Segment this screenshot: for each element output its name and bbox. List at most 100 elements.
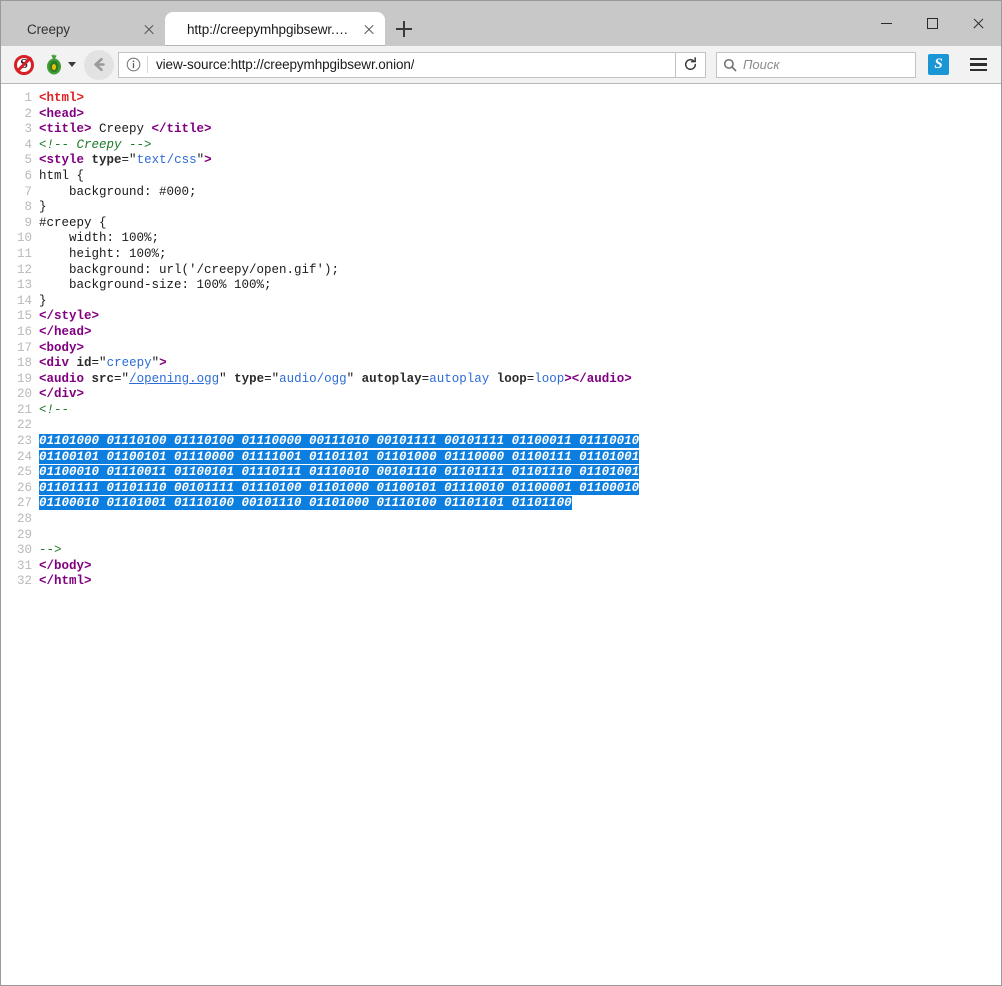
new-tab-button[interactable]: [387, 12, 421, 46]
source-line: 2301101000 01110100 01110100 01110000 00…: [1, 434, 1001, 450]
line-content: <!-- Creepy -->: [39, 138, 1001, 154]
reload-button[interactable]: [676, 52, 706, 78]
tab-view-source[interactable]: http://creepymhpgibsewr.oni...: [165, 12, 385, 46]
code-token: <audio: [39, 372, 84, 386]
search-placeholder: Поиск: [743, 57, 780, 72]
source-line: 10 width: 100%;: [1, 231, 1001, 247]
line-content: background: #000;: [39, 185, 1001, 201]
source-line: 6html {: [1, 169, 1001, 185]
tab-title: Creepy: [27, 22, 131, 37]
source-line: 5<style type="text/css">: [1, 153, 1001, 169]
close-window-button[interactable]: [955, 1, 1001, 46]
code-token: autoplay: [362, 372, 422, 386]
line-number: 3: [1, 122, 39, 138]
line-content: </div>: [39, 387, 1001, 403]
back-button[interactable]: [84, 50, 114, 80]
line-number: 20: [1, 387, 39, 403]
close-icon[interactable]: [139, 19, 159, 39]
tab-creepy[interactable]: Creepy: [5, 12, 165, 46]
source-line: 2701100010 01101001 01110100 00101110 01…: [1, 496, 1001, 512]
line-content: <audio src="/opening.ogg" type="audio/og…: [39, 372, 1001, 388]
code-token: >: [204, 153, 212, 167]
code-token: loop: [497, 372, 527, 386]
source-view[interactable]: 1<html>2<head>3<title> Creepy </title>4<…: [1, 84, 1001, 985]
browser-window: Creepy http://creepymhpgibsewr.oni... S: [0, 0, 1002, 986]
line-number: 15: [1, 309, 39, 325]
selected-text: 01100101 01100101 01110000 01111001 0110…: [39, 450, 639, 464]
line-content: <body>: [39, 341, 1001, 357]
code-token: ": [347, 372, 362, 386]
window-controls: [863, 1, 1001, 46]
line-number: 16: [1, 325, 39, 341]
line-number: 28: [1, 512, 39, 528]
code-token[interactable]: /opening.ogg: [129, 372, 219, 386]
source-line: 28: [1, 512, 1001, 528]
line-number: 31: [1, 559, 39, 575]
arrow-left-icon: [91, 56, 108, 73]
code-token: text/css: [137, 153, 197, 167]
maximize-button[interactable]: [909, 1, 955, 46]
url-bar[interactable]: view-source:http://creepymhpgibsewr.onio…: [118, 52, 676, 78]
menu-button[interactable]: [963, 50, 993, 80]
line-content: #creepy {: [39, 216, 1001, 232]
line-number: 6: [1, 169, 39, 185]
code-token: -->: [39, 543, 62, 557]
code-token: =": [264, 372, 279, 386]
code-token: <html>: [39, 91, 84, 105]
code-token: =": [92, 356, 107, 370]
selected-text: 01100010 01101001 01110100 00101110 0110…: [39, 496, 572, 510]
line-number: 23: [1, 434, 39, 450]
source-line: 13 background-size: 100% 100%;: [1, 278, 1001, 294]
code-token: autoplay: [429, 372, 489, 386]
line-content: 01100010 01101001 01110100 00101110 0110…: [39, 496, 1001, 512]
code-token: ": [219, 372, 234, 386]
code-token: src: [92, 372, 115, 386]
code-token: type: [234, 372, 264, 386]
tab-list: Creepy http://creepymhpgibsewr.oni...: [1, 1, 421, 46]
line-content: <!--: [39, 403, 1001, 419]
code-token: #creepy {: [39, 216, 107, 230]
source-line: 19<audio src="/opening.ogg" type="audio/…: [1, 372, 1001, 388]
source-line: 2601101111 01101110 00101111 01110100 01…: [1, 481, 1001, 497]
noscript-icon[interactable]: S: [13, 54, 35, 76]
code-token: }: [39, 200, 47, 214]
code-token: background: #000;: [39, 185, 197, 199]
source-line: 29: [1, 528, 1001, 544]
source-line: 20</div>: [1, 387, 1001, 403]
line-content: [39, 528, 1001, 544]
skype-icon[interactable]: S: [928, 54, 949, 75]
line-number: 27: [1, 496, 39, 512]
info-icon[interactable]: [119, 53, 147, 77]
line-content: }: [39, 200, 1001, 216]
code-token: [69, 356, 77, 370]
code-token: </style>: [39, 309, 99, 323]
code-token: <body>: [39, 341, 84, 355]
code-token: =": [114, 372, 129, 386]
search-input[interactable]: Поиск: [716, 52, 916, 78]
code-token: >: [159, 356, 167, 370]
tab-title: http://creepymhpgibsewr.oni...: [187, 22, 351, 37]
line-content: </html>: [39, 574, 1001, 590]
source-line: 1<html>: [1, 91, 1001, 107]
close-icon[interactable]: [359, 19, 379, 39]
torbutton[interactable]: [41, 54, 78, 76]
line-content: [39, 418, 1001, 434]
line-number: 32: [1, 574, 39, 590]
source-line: 17<body>: [1, 341, 1001, 357]
code-token: <div: [39, 356, 69, 370]
source-line: 11 height: 100%;: [1, 247, 1001, 263]
code-token: type: [92, 153, 122, 167]
url-text[interactable]: view-source:http://creepymhpgibsewr.onio…: [148, 57, 414, 72]
source-line: 7 background: #000;: [1, 185, 1001, 201]
source-line: 3<title> Creepy </title>: [1, 122, 1001, 138]
minimize-button[interactable]: [863, 1, 909, 46]
line-number: 5: [1, 153, 39, 169]
tab-strip: Creepy http://creepymhpgibsewr.oni...: [1, 1, 1001, 46]
line-number: 10: [1, 231, 39, 247]
code-token: id: [77, 356, 92, 370]
code-token: <!-- Creepy -->: [39, 138, 152, 152]
line-number: 21: [1, 403, 39, 419]
line-content: <html>: [39, 91, 1001, 107]
source-line: 30-->: [1, 543, 1001, 559]
close-icon: [972, 17, 985, 30]
